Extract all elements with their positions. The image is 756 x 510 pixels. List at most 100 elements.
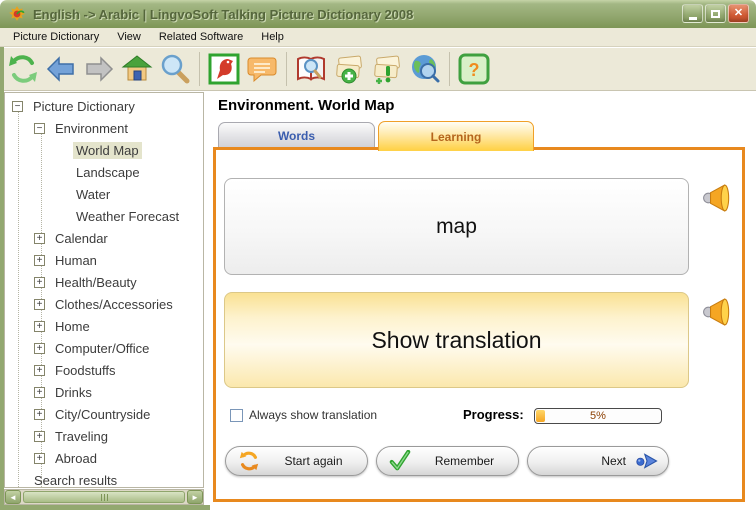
expand-plus-icon[interactable] <box>34 254 45 266</box>
tree-item-abroad[interactable]: Abroad <box>5 447 203 469</box>
picture-dictionary-button[interactable] <box>205 50 243 88</box>
tree-item-picture-dictionary[interactable]: Picture Dictionary <box>5 95 203 117</box>
start-again-button[interactable]: Start again <box>225 446 368 476</box>
tree-item-drinks[interactable]: Drinks <box>5 381 203 403</box>
page-title: Environment. World Map <box>218 97 395 114</box>
dictionary-search-button[interactable] <box>292 50 330 88</box>
close-button[interactable]: ✕ <box>728 4 749 23</box>
expand-plus-icon[interactable] <box>34 320 45 332</box>
toolbar-separator <box>286 52 287 86</box>
minimize-icon <box>688 16 697 20</box>
tree-item-water[interactable]: Water <box>5 183 203 205</box>
tree-item-traveling[interactable]: Traveling <box>5 425 203 447</box>
globe-search-icon <box>412 55 440 83</box>
tree-item-city-countryside[interactable]: City/Countryside <box>5 403 203 425</box>
scroll-right-button[interactable]: ► <box>187 490 203 504</box>
category-tree: Picture Dictionary Environment World Map… <box>4 92 204 488</box>
always-show-translation-label: Always show translation <box>249 408 378 422</box>
tree-item-landscape[interactable]: Landscape <box>5 161 203 183</box>
back-button[interactable] <box>42 50 80 88</box>
show-translation-button[interactable]: Show translation <box>224 292 689 388</box>
talk-button[interactable] <box>243 50 281 88</box>
tree-item-environment[interactable]: Environment <box>5 117 203 139</box>
tab-learning[interactable]: Learning <box>378 121 534 151</box>
tree-item-search-results[interactable]: Search results <box>5 469 203 488</box>
menu-picture-dictionary[interactable]: Picture Dictionary <box>4 31 108 43</box>
start-again-label: Start again <box>284 454 343 468</box>
always-show-translation-checkbox[interactable] <box>230 408 243 422</box>
refresh-icon <box>9 55 37 83</box>
progress-percent: 5% <box>590 410 606 422</box>
collapse-minus-icon[interactable] <box>34 122 45 134</box>
menu-related-software[interactable]: Related Software <box>150 31 252 43</box>
toolbar-separator <box>449 52 450 86</box>
expand-plus-icon[interactable] <box>34 342 45 354</box>
expand-plus-icon[interactable] <box>34 364 45 376</box>
svg-text:?: ? <box>469 60 480 80</box>
collapse-minus-icon[interactable] <box>12 100 23 112</box>
learning-panel: map Show translation Always show transla… <box>213 147 745 502</box>
title-bar: English -> Arabic | LingvoSoft Talking P… <box>0 0 756 28</box>
progress-label: Progress: <box>463 407 524 422</box>
minimize-button[interactable] <box>682 4 703 23</box>
check-icon <box>389 450 411 471</box>
expand-plus-icon[interactable] <box>34 408 45 420</box>
help-button[interactable]: ? <box>455 50 493 88</box>
home-button[interactable] <box>118 50 156 88</box>
back-arrow-icon <box>46 56 74 82</box>
tree-item-clothes-accessories[interactable]: Clothes/Accessories <box>5 293 203 315</box>
tab-words[interactable]: Words <box>218 122 375 148</box>
window-bottom-border <box>0 505 210 510</box>
expand-plus-icon[interactable] <box>34 386 45 398</box>
remember-label: Remember <box>434 454 495 468</box>
tree-item-foodstuffs[interactable]: Foodstuffs <box>5 359 203 381</box>
help-icon: ? <box>458 53 490 85</box>
scroll-left-button[interactable]: ◄ <box>5 490 21 504</box>
expand-plus-icon[interactable] <box>34 298 45 310</box>
scroll-thumb[interactable] <box>23 491 185 503</box>
next-button[interactable]: Next <box>527 446 669 476</box>
speaker-icon[interactable] <box>702 182 734 214</box>
book-search-icon <box>297 56 325 81</box>
word-card: map <box>224 178 689 275</box>
tab-words-label: Words <box>277 128 316 143</box>
expand-plus-icon[interactable] <box>34 276 45 288</box>
tree-item-computer-office[interactable]: Computer/Office <box>5 337 203 359</box>
tree-item-calendar[interactable]: Calendar <box>5 227 203 249</box>
home-icon <box>121 55 153 81</box>
close-icon: ✕ <box>733 7 744 19</box>
restart-icon <box>239 451 259 471</box>
menu-view[interactable]: View <box>108 31 150 43</box>
window-title: English -> Arabic | LingvoSoft Talking P… <box>33 6 414 22</box>
learning-card-icon <box>374 55 400 84</box>
search-button[interactable] <box>156 50 194 88</box>
expand-plus-icon[interactable] <box>34 430 45 442</box>
toolbar: ? <box>0 48 756 91</box>
menu-help[interactable]: Help <box>252 31 293 43</box>
online-globe-button[interactable] <box>406 50 444 88</box>
expand-plus-icon[interactable] <box>34 232 45 244</box>
tree-hscrollbar[interactable]: ◄ ► <box>4 489 204 505</box>
search-icon <box>161 54 190 84</box>
refresh-button[interactable] <box>4 50 42 88</box>
maximize-button[interactable] <box>705 4 726 23</box>
expand-plus-icon[interactable] <box>34 452 45 464</box>
tree-item-health-beauty[interactable]: Health/Beauty <box>5 271 203 293</box>
remember-button[interactable]: Remember <box>376 446 519 476</box>
add-word-button[interactable] <box>330 50 368 88</box>
tree-item-weather-forecast[interactable]: Weather Forecast <box>5 205 203 227</box>
learning-list-button[interactable] <box>368 50 406 88</box>
show-translation-label: Show translation <box>371 326 542 353</box>
tree-item-world-map[interactable]: World Map <box>5 139 203 161</box>
tree-item-human[interactable]: Human <box>5 249 203 271</box>
tree-item-home[interactable]: Home <box>5 315 203 337</box>
app-parrot-icon <box>9 6 25 21</box>
next-label: Next <box>601 454 626 468</box>
tab-learning-label: Learning <box>430 129 482 144</box>
word-text: map <box>436 214 477 238</box>
parrot-picture-icon <box>208 53 240 85</box>
speaker-icon[interactable] <box>702 296 734 328</box>
forward-button[interactable] <box>80 50 118 88</box>
scroll-left-icon: ◄ <box>9 492 17 502</box>
toolbar-separator <box>199 52 200 86</box>
